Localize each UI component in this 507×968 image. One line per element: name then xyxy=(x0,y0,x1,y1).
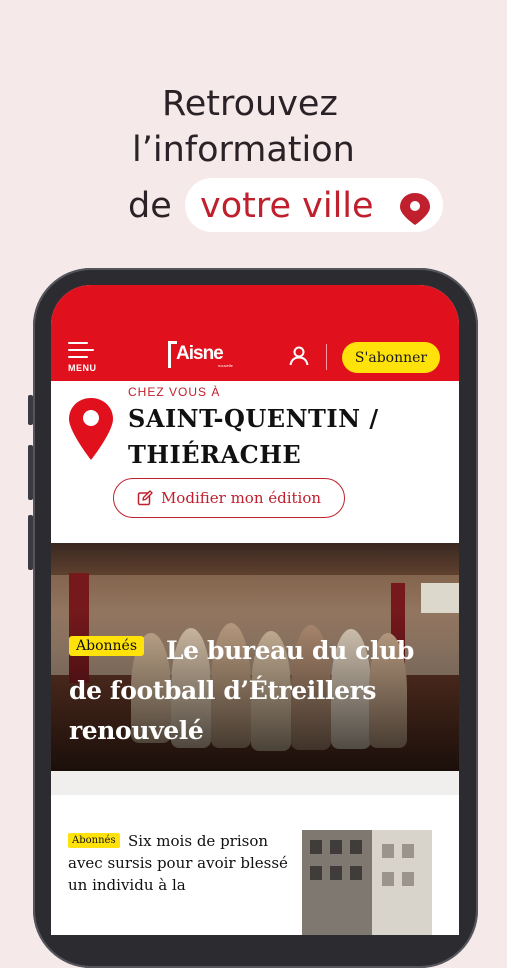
hamburger-icon-bar xyxy=(68,349,94,351)
phone-side-button xyxy=(28,395,33,425)
article-thumbnail[interactable] xyxy=(302,830,432,935)
headline-line-1: Retrouvez xyxy=(162,84,338,124)
thumbnail-window xyxy=(382,872,394,886)
user-account-icon[interactable] xyxy=(288,345,310,367)
modify-edition-label: Modifier mon édition xyxy=(160,489,322,507)
edition-kicker: CHEZ VOUS À xyxy=(128,385,221,399)
section-separator xyxy=(51,771,459,795)
thumbnail-window xyxy=(350,840,362,854)
hero-article[interactable]: Le bureau du club de football d’Étreille… xyxy=(51,543,459,771)
logo-subtext: nouvelle xyxy=(218,363,233,368)
phone-volume-up xyxy=(28,445,33,500)
hamburger-icon xyxy=(68,342,88,344)
thumbnail-window xyxy=(330,840,342,854)
phone-volume-down xyxy=(28,515,33,570)
subscribe-button[interactable]: S'abonner xyxy=(342,342,440,373)
menu-button[interactable]: MENU xyxy=(68,342,102,373)
edition-city-line-2: THIÉRACHE xyxy=(128,440,302,469)
hamburger-icon-bar xyxy=(68,356,88,358)
thumbnail-window xyxy=(310,866,322,880)
thumbnail-window xyxy=(330,866,342,880)
thumbnail-window xyxy=(310,840,322,854)
header-divider xyxy=(326,344,327,370)
logo-text: Aisne xyxy=(176,343,224,364)
edition-city: SAINT-QUENTIN / THIÉRACHE xyxy=(128,401,379,473)
thumbnail-window xyxy=(402,844,414,858)
phone-screen: MENU Aisne nouvelle S'abonner CHEZ VOUS … xyxy=(51,285,459,935)
modify-edition-button[interactable]: Modifier mon édition xyxy=(113,478,345,518)
subscribers-badge: Abonnés xyxy=(69,636,145,656)
location-pin-icon xyxy=(69,398,113,460)
thumbnail-window xyxy=(402,872,414,886)
location-pin-icon xyxy=(400,193,430,225)
headline-line-3-prefix: de xyxy=(128,186,172,226)
edit-pencil-icon xyxy=(137,490,153,506)
subscribers-badge: Abonnés xyxy=(68,833,120,848)
headline-line-2: l’information xyxy=(132,130,355,170)
headline-highlight-text: votre ville xyxy=(200,186,374,226)
edition-city-line-1: SAINT-QUENTIN / xyxy=(128,404,379,433)
menu-label: MENU xyxy=(68,363,97,373)
thumbnail-window xyxy=(350,866,362,880)
thumbnail-window xyxy=(382,844,394,858)
